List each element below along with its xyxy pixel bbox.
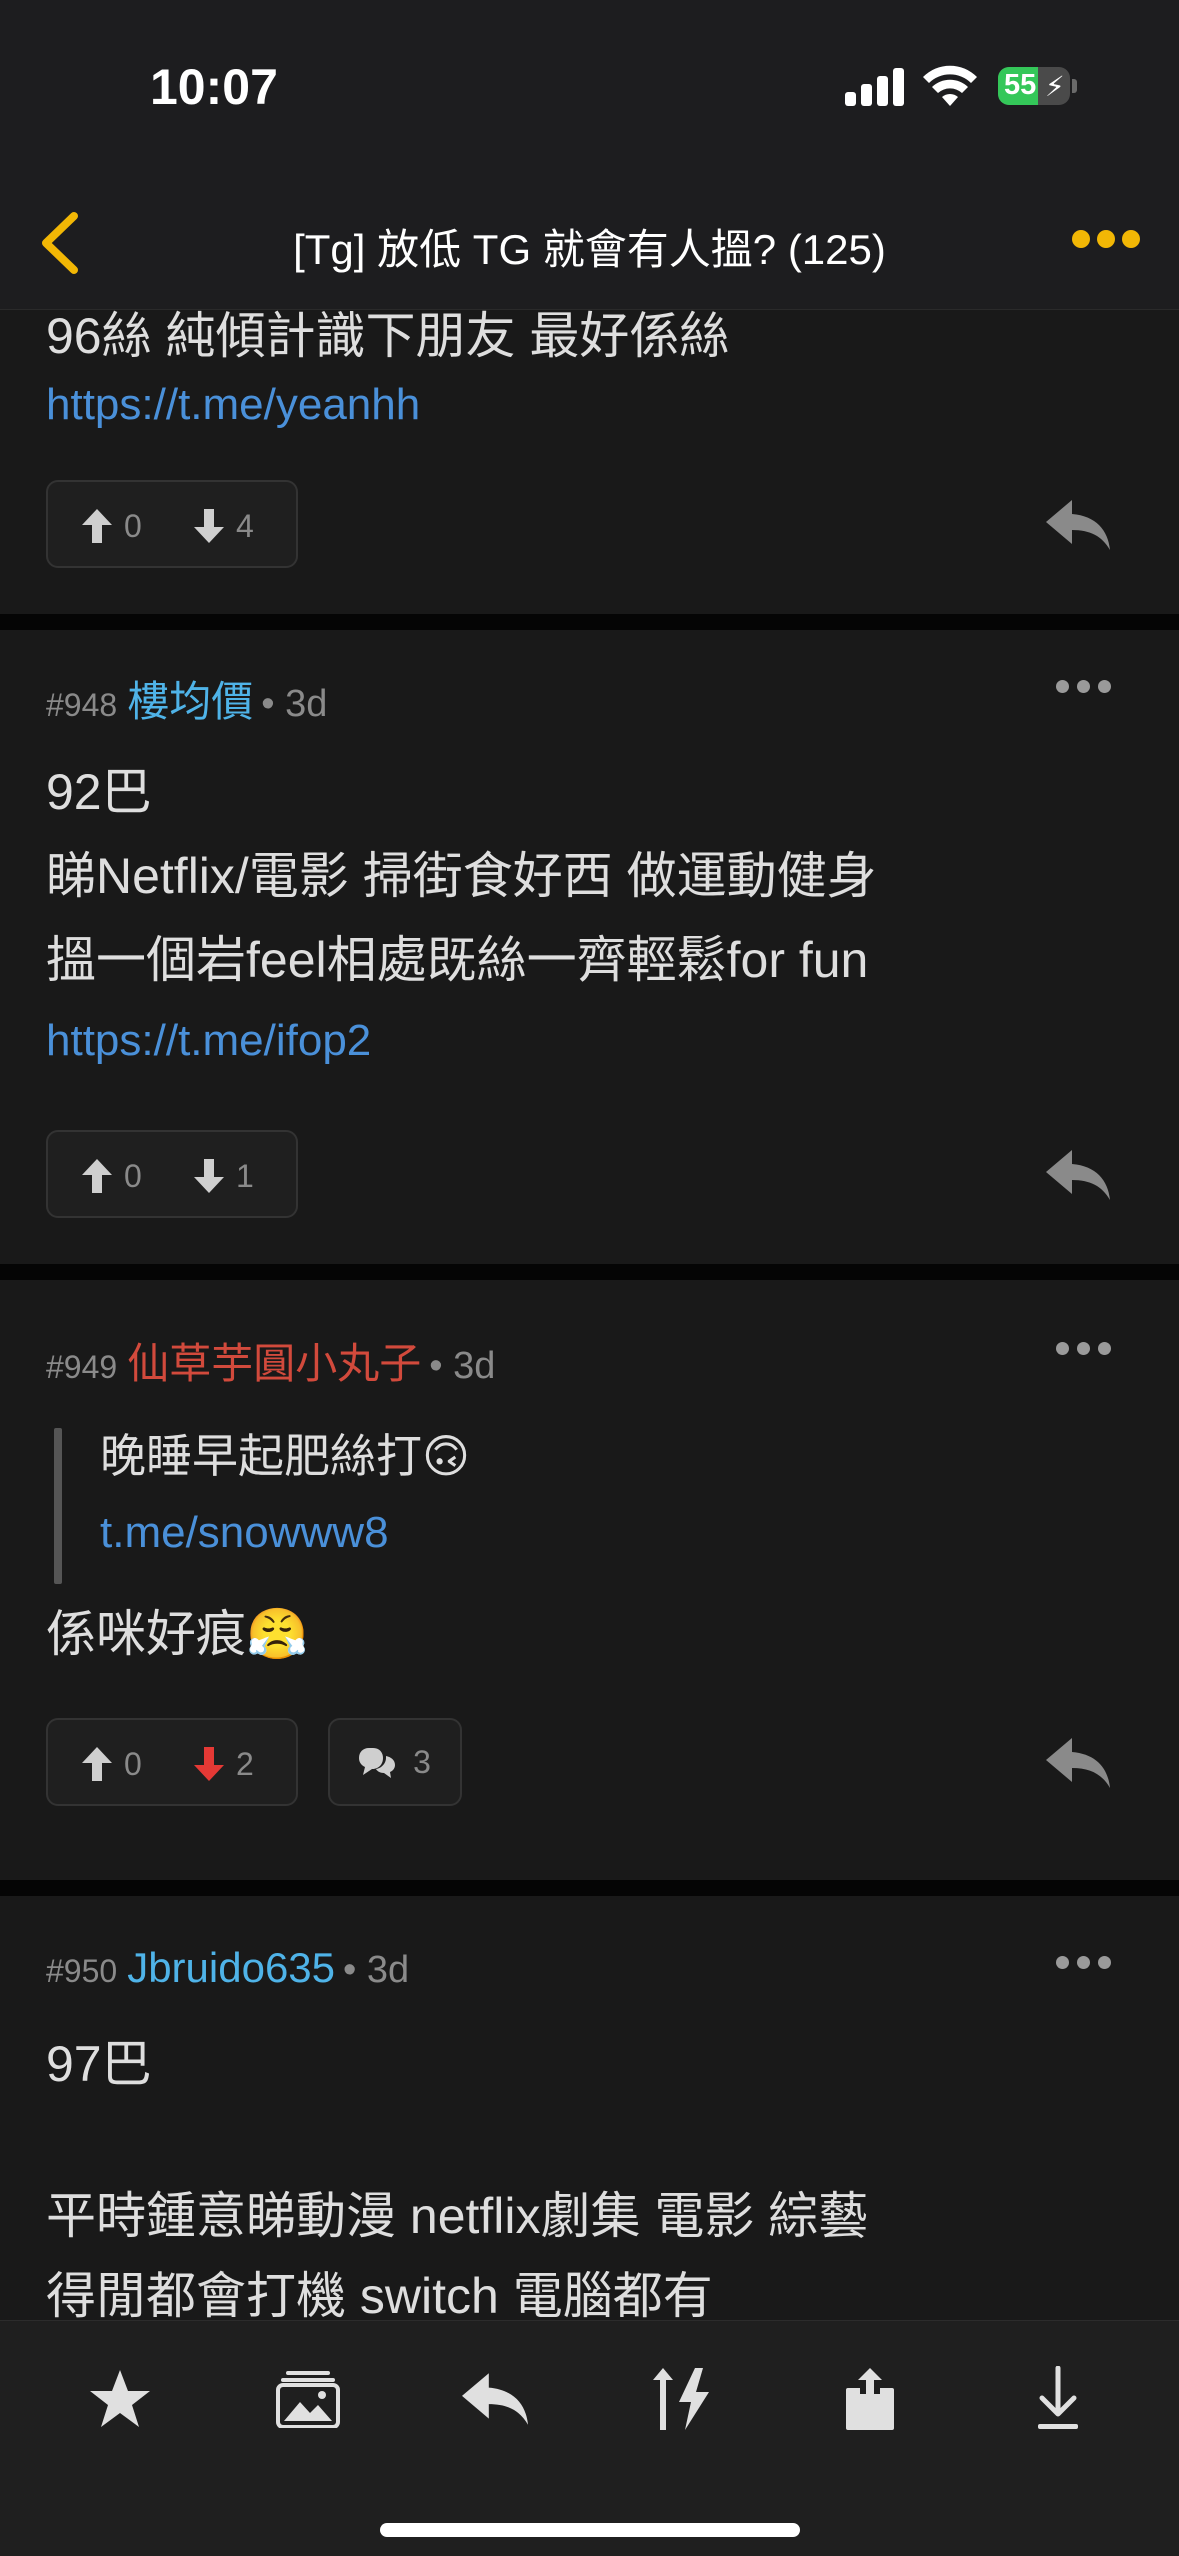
reply-icon[interactable] — [1046, 1738, 1110, 1788]
quoted-link[interactable]: t.me/snowww8 — [100, 1508, 389, 1558]
arrow-up-icon — [82, 509, 112, 543]
vote-box: 0 1 — [46, 1130, 298, 1218]
post-feed[interactable]: 96絲 純傾計識下朋友 最好係絲 https://t.me/yeanhh 0 4… — [0, 310, 1179, 2320]
battery-percent: 55 — [1004, 69, 1037, 101]
reply-arrow-icon — [462, 2373, 528, 2425]
gallery-icon — [276, 2371, 340, 2428]
upvote-count: 0 — [124, 507, 142, 544]
battery-icon: 55 ⚡ — [998, 67, 1078, 105]
downvote-count: 1 — [236, 1157, 254, 1194]
downvote-button[interactable]: 4 — [194, 504, 254, 548]
share-button[interactable] — [830, 2359, 910, 2439]
vote-box: 0 4 — [46, 480, 298, 568]
post-link[interactable]: https://t.me/ifop2 — [46, 1016, 371, 1066]
share-icon — [846, 2368, 894, 2430]
cellular-signal-icon — [845, 66, 905, 106]
post-text-line: 平時鍾意睇動漫 netflix劇集 電影 綜藝 — [46, 2188, 869, 2244]
username[interactable]: Jbruido635 — [127, 1944, 335, 1991]
upvote-button[interactable]: 0 — [82, 1154, 142, 1198]
download-icon — [1038, 2366, 1078, 2429]
post-more-icon[interactable] — [1056, 680, 1112, 694]
reply-button[interactable] — [455, 2359, 535, 2439]
post-more-icon[interactable] — [1056, 1956, 1112, 1970]
username[interactable]: 仙草芋圓小丸子 — [127, 1340, 421, 1387]
upvote-button[interactable]: 0 — [82, 1742, 142, 1786]
scroll-bottom-button[interactable] — [1018, 2359, 1098, 2439]
arrow-down-icon — [194, 1747, 224, 1781]
arrow-down-icon — [194, 509, 224, 543]
post-text-line: 搵一個岩feel相處既絲一齊輕鬆for fun — [46, 932, 869, 988]
quoted-text: 晚睡早起肥絲打🙃 — [100, 1430, 470, 1482]
downvote-count: 2 — [236, 1745, 254, 1782]
quote-bar — [54, 1428, 62, 1584]
wifi-icon — [923, 65, 977, 106]
navigation-bar: [Tg] 放低 TG 就會有人搵? (125) — [0, 170, 1179, 310]
post-age: • 3d — [343, 1949, 410, 1991]
vote-box: 0 2 — [46, 1718, 298, 1806]
post-card: #950 Jbruido635 • 3d 97巴 平時鍾意睇動漫 netflix劇集… — [0, 1896, 1179, 2320]
upvote-count: 0 — [124, 1745, 142, 1782]
post-number: #949 — [46, 1349, 118, 1385]
reply-icon[interactable] — [1046, 1150, 1110, 1200]
post-card: #948 樓均價 • 3d 92巴 睇Netflix/電影 掃街食好西 做運動健身 … — [0, 630, 1179, 1264]
back-chevron-icon[interactable] — [36, 210, 86, 276]
post-number: #948 — [46, 687, 118, 723]
comment-bubble-icon — [359, 1748, 396, 1778]
comments-button[interactable]: 3 — [328, 1718, 462, 1806]
post-header: #950 Jbruido635 • 3d — [46, 1944, 409, 1992]
sort-button[interactable] — [642, 2359, 722, 2439]
favorite-button[interactable] — [80, 2359, 160, 2439]
post-card: #949 仙草芋圓小丸子 • 3d 晚睡早起肥絲打🙃 t.me/snowww8 係咪… — [0, 1280, 1179, 1880]
gallery-button[interactable] — [268, 2359, 348, 2439]
more-options-icon[interactable] — [1072, 230, 1142, 254]
thread-title: [Tg] 放低 TG 就會有人搵? (125) — [293, 226, 886, 273]
reply-icon[interactable] — [1046, 500, 1110, 550]
arrow-up-icon — [82, 1159, 112, 1193]
post-age: • 3d — [429, 1345, 496, 1387]
post-link[interactable]: https://t.me/yeanhh — [46, 380, 420, 430]
status-bar: 10:07 55 ⚡ — [0, 0, 1179, 170]
post-text-line: 睇Netflix/電影 掃街食好西 做運動健身 — [46, 848, 877, 904]
post-card: 96絲 純傾計識下朋友 最好係絲 https://t.me/yeanhh 0 4 — [0, 310, 1179, 614]
arrow-up-icon — [82, 1747, 112, 1781]
star-icon — [90, 2370, 150, 2427]
upvote-count: 0 — [124, 1157, 142, 1194]
post-more-icon[interactable] — [1056, 1342, 1112, 1356]
post-text-line: 96絲 純傾計識下朋友 最好係絲 — [46, 310, 730, 364]
post-age: • 3d — [261, 683, 328, 725]
arrow-down-icon — [194, 1159, 224, 1193]
downvote-count: 4 — [236, 507, 254, 544]
downvote-button[interactable]: 2 — [194, 1742, 254, 1786]
sort-icon — [653, 2368, 709, 2430]
post-number: #950 — [46, 1953, 118, 1989]
post-header: #949 仙草芋圓小丸子 • 3d — [46, 1330, 495, 1391]
downvote-button[interactable]: 1 — [194, 1154, 254, 1198]
post-text-line: 92巴 — [46, 764, 152, 820]
username[interactable]: 樓均價 — [127, 678, 253, 725]
status-time: 10:07 — [150, 59, 278, 115]
post-text-line: 97巴 — [46, 2036, 152, 2092]
post-text-line: 係咪好痕😤 — [46, 1606, 309, 1662]
home-indicator — [380, 2523, 800, 2537]
bottom-toolbar — [0, 2320, 1179, 2556]
comment-count: 3 — [413, 1743, 431, 1780]
post-text-line: 得閒都會打機 switch 電腦都有 — [46, 2268, 713, 2320]
post-header: #948 樓均價 • 3d — [46, 668, 327, 729]
upvote-button[interactable]: 0 — [82, 504, 142, 548]
